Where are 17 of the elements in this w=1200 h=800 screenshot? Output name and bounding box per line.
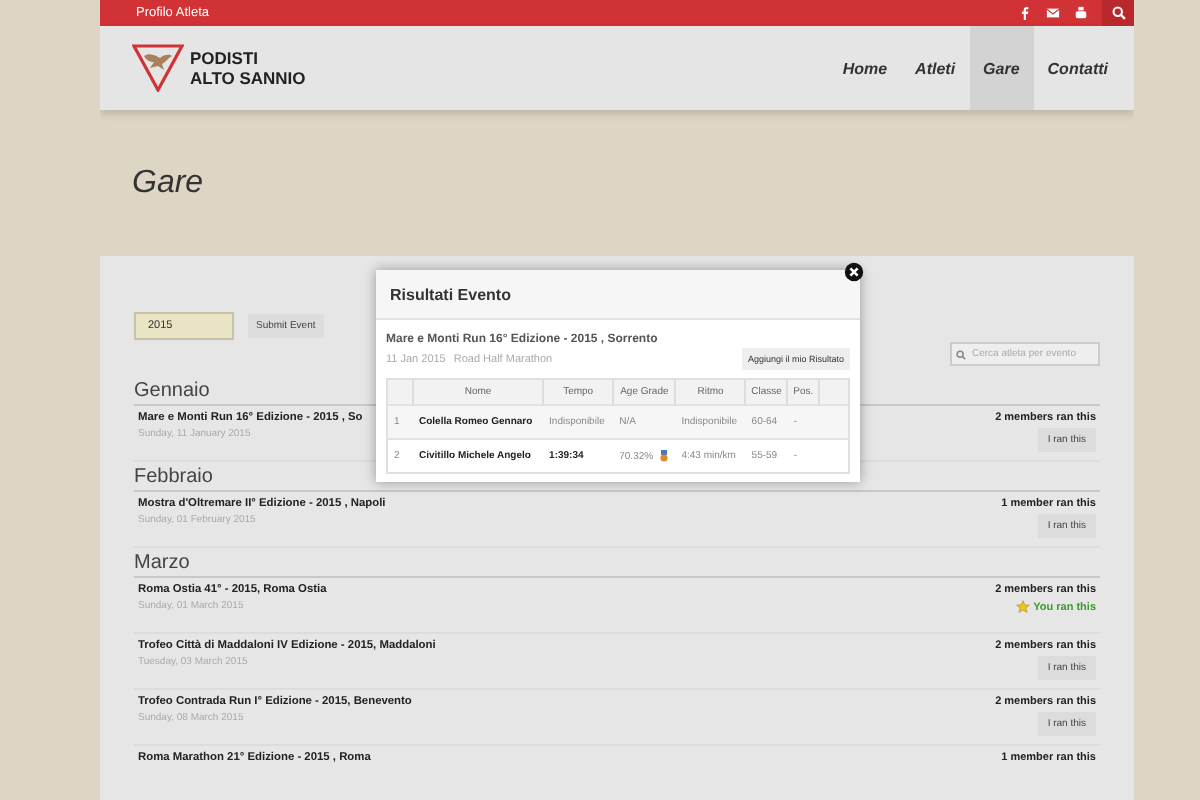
nav-link[interactable]: Home	[828, 26, 902, 110]
close-icon[interactable]	[844, 262, 864, 282]
logo-text: ALTO SANNIO	[190, 68, 306, 88]
nav-link[interactable]: Gare	[969, 26, 1034, 110]
nav-link[interactable]: Atleti	[901, 26, 970, 110]
search-button[interactable]	[1102, 0, 1134, 26]
facebook-icon[interactable]	[1018, 6, 1032, 20]
search-icon	[1111, 6, 1125, 20]
logo-text: PODISTI	[190, 48, 261, 68]
search-icon	[956, 349, 966, 359]
page-title: Gare	[130, 163, 206, 203]
envelope-icon[interactable]	[1046, 6, 1060, 20]
modal-title: Risultati Evento	[376, 270, 860, 320]
star-icon	[1015, 600, 1030, 614]
nav-link[interactable]: Contatti	[1033, 26, 1122, 110]
logo-icon	[132, 44, 184, 92]
month-heading: Marzo	[134, 552, 1100, 578]
